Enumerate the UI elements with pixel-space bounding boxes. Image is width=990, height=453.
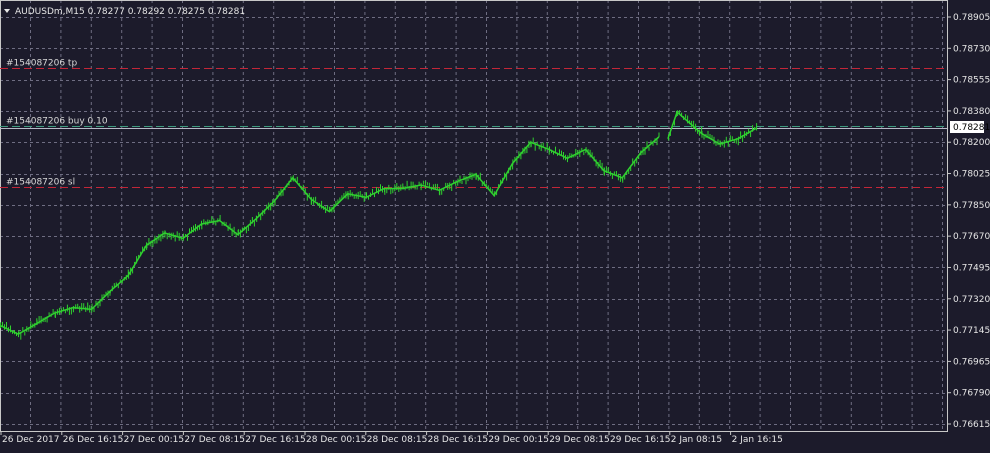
y-tick-label: 0.77495 xyxy=(953,263,990,273)
y-tick-label: 0.77320 xyxy=(953,295,990,305)
price-series xyxy=(0,110,758,340)
price-axis[interactable]: 0.78905 0.78730 0.78555 0.78380 0.78200 0.780… xyxy=(947,13,990,430)
y-tick-label: 0.78905 xyxy=(953,13,990,23)
trade-line-label: #154087206 sl xyxy=(6,178,75,188)
x-tick-label: 2 Jan 16:15 xyxy=(732,435,783,445)
y-tick-label: 0.76790 xyxy=(953,389,990,399)
price-line-segment-1 xyxy=(0,136,660,336)
chart-header: AUDUSDm,M15 0.78277 0.78292 0.78275 0.78… xyxy=(4,7,245,17)
x-tick-label: 29 Dec 08:15 xyxy=(549,435,610,445)
y-tick-label: 0.76615 xyxy=(953,420,990,430)
x-tick-label: 29 Dec 00:15 xyxy=(488,435,549,445)
y-tick-label: 0.77145 xyxy=(953,326,990,336)
x-tick-label: 27 Dec 08:15 xyxy=(184,435,245,445)
price-tag-text: 0.78281 xyxy=(953,123,990,133)
triangle-down-icon[interactable] xyxy=(4,9,10,13)
y-tick-label: 0.76965 xyxy=(953,357,990,367)
y-tick-label: 0.78200 xyxy=(953,138,990,148)
x-tick-label: 26 Dec 2017 xyxy=(2,435,60,445)
y-tick-label: 0.77670 xyxy=(953,232,990,242)
y-tick-label: 0.77850 xyxy=(953,201,990,211)
trade-line-label: #154087206 tp xyxy=(6,59,77,69)
x-tick-label: 27 Dec 16:15 xyxy=(245,435,306,445)
chart-grid xyxy=(0,0,947,431)
y-tick-label: 0.78380 xyxy=(953,107,990,117)
y-tick-label: 0.78730 xyxy=(953,44,990,54)
x-tick-label: 28 Dec 08:15 xyxy=(367,435,428,445)
trade-line-label: #154087206 buy 0.10 xyxy=(6,117,108,127)
x-tick-label: 2 Jan 08:15 xyxy=(671,435,722,445)
x-tick-label: 28 Dec 16:15 xyxy=(428,435,489,445)
x-tick-label: 26 Dec 16:15 xyxy=(63,435,124,445)
current-price-tag: 0.78281 xyxy=(950,121,990,133)
trade-lines: #154087206 tp #154087206 buy 0.10 #1540872… xyxy=(0,59,947,188)
price-chart[interactable]: #154087206 tp #154087206 buy 0.10 #1540872… xyxy=(0,0,990,453)
x-tick-label: 27 Dec 00:15 xyxy=(124,435,185,445)
x-tick-label: 28 Dec 00:15 xyxy=(306,435,367,445)
y-tick-label: 0.78025 xyxy=(953,170,990,180)
symbol-ohlc-text: AUDUSDm,M15 0.78277 0.78292 0.78275 0.78… xyxy=(15,7,245,17)
time-axis[interactable]: 26 Dec 2017 26 Dec 16:15 27 Dec 00:15 27 De… xyxy=(0,431,783,445)
x-tick-label: 29 Dec 16:15 xyxy=(610,435,671,445)
y-tick-label: 0.78555 xyxy=(953,76,990,86)
chart-frame xyxy=(0,0,948,432)
